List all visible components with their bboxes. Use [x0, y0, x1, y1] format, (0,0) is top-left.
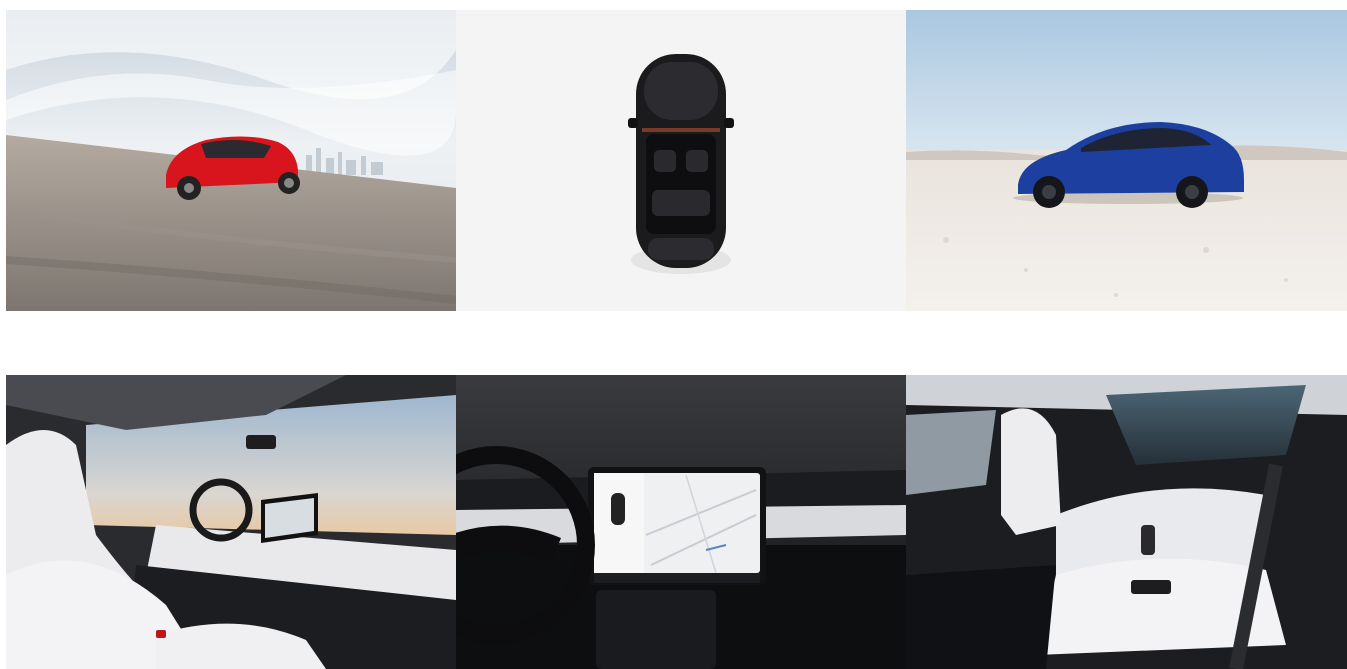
- gallery-image-rear-cabin[interactable]: [906, 375, 1347, 669]
- touchscreen-icon: [588, 467, 766, 585]
- gallery-image-black-suv-top[interactable]: [456, 10, 906, 311]
- car-icon: [628, 54, 734, 268]
- gallery-image-front-cabin[interactable]: [6, 375, 456, 669]
- gallery-image-red-suv[interactable]: [6, 10, 456, 311]
- gallery-image-blue-suv[interactable]: [906, 10, 1347, 311]
- touchscreen-icon: [261, 493, 318, 543]
- gallery-image-dashboard[interactable]: [456, 375, 906, 669]
- image-gallery: [0, 0, 1347, 669]
